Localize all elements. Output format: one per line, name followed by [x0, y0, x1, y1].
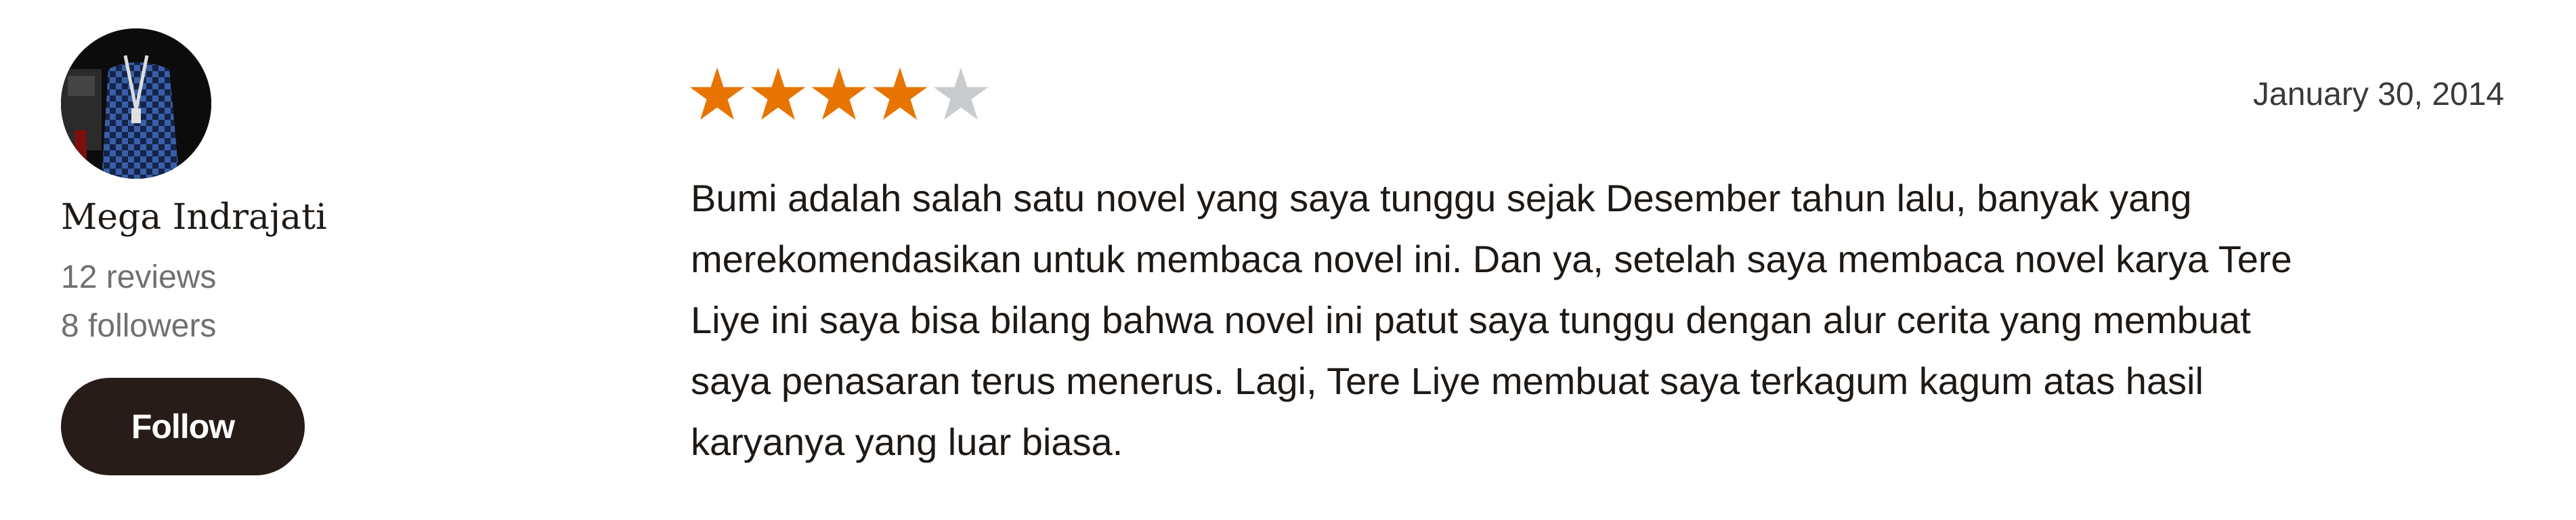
review-text-line: Bumi adalah salah satu novel yang saya t…: [691, 177, 2192, 219]
reviews-count: 12 reviews: [61, 259, 217, 296]
review-text-line: karyanya yang luar biasa.: [691, 420, 1123, 463]
followers-count: 8 followers: [61, 308, 217, 345]
review-text-line: merekomendasikan untuk membaca novel ini…: [691, 238, 2292, 280]
reviewer-name[interactable]: Mega Indrajati: [61, 196, 535, 238]
review-card: Mega Indrajati 12 reviews 8 followers Fo…: [0, 0, 2576, 520]
follow-button[interactable]: Follow: [61, 378, 305, 476]
star-icon: [750, 67, 806, 120]
reviewer-panel: Mega Indrajati 12 reviews 8 followers Fo…: [61, 28, 535, 476]
reviewer-stats: 12 reviews 8 followers: [61, 253, 535, 351]
review-text-line: Liye ini saya bisa bilang bahwa novel in…: [691, 299, 2251, 341]
star-icon: [872, 67, 928, 120]
review-text: Bumi adalah salah satu novel yang saya t…: [691, 168, 2485, 473]
avatar[interactable]: [61, 28, 211, 179]
star-rating: [688, 65, 990, 123]
star-icon: [933, 67, 989, 120]
avatar-image: [61, 28, 211, 179]
star-icon: [689, 67, 745, 120]
review-text-line: saya penasaran terus menerus. Lagi, Tere…: [691, 360, 2204, 402]
star-icon: [811, 67, 867, 120]
review-date: January 30, 2014: [2253, 77, 2504, 112]
